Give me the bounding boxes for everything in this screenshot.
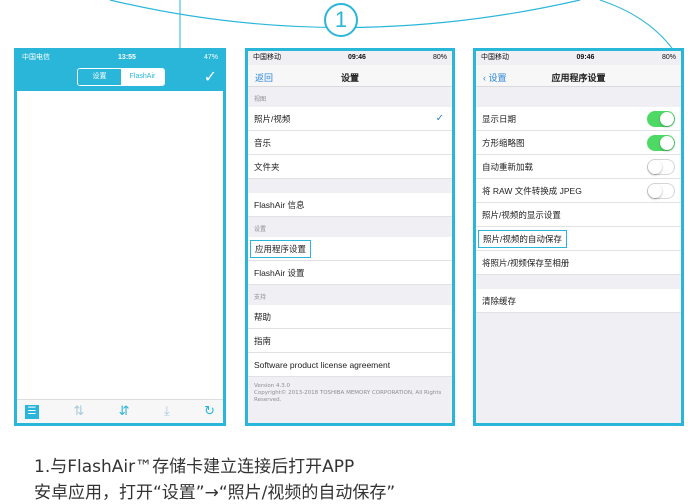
checkmark-icon: ✓ bbox=[435, 113, 444, 124]
carrier-label: 中国移动 bbox=[253, 54, 281, 61]
content-area bbox=[17, 91, 223, 385]
toggle-row-show-date: 显示日期 bbox=[476, 107, 681, 131]
tab-flashair[interactable]: FlashAir bbox=[121, 69, 164, 85]
battery-label: 80% bbox=[432, 54, 447, 61]
step-number-badge: 1 bbox=[324, 3, 358, 37]
download-icon[interactable]: ⤓ bbox=[164, 404, 170, 419]
row-label: 文件夹 bbox=[254, 162, 280, 172]
caption-line-2: 安卓应用，打开“设置”→“照片/视频的自动保存” bbox=[34, 483, 396, 503]
row-label: 帮助 bbox=[254, 312, 272, 322]
settings-row-guide[interactable]: 指南 bbox=[248, 329, 452, 353]
status-bar: 中国电信 13:55 47% bbox=[17, 51, 223, 65]
settings-row-license[interactable]: Software product license agreement bbox=[248, 353, 452, 377]
settings-row-flashair-info[interactable]: FlashAir 信息 bbox=[248, 193, 452, 217]
settings-row-folder[interactable]: 文件夹 bbox=[248, 155, 452, 179]
settings-row-help[interactable]: 帮助 bbox=[248, 305, 452, 329]
phone-screen-settings: 中国移动 09:46 80% 返回 设置 视图 照片/视频 ✓ 音乐 文件夹 F… bbox=[245, 48, 455, 426]
battery-label: 47% bbox=[203, 54, 218, 61]
row-label: 照片/视频 bbox=[254, 114, 291, 124]
checkmark-icon[interactable]: ✓ bbox=[204, 67, 217, 86]
tab-settings[interactable]: 设置 bbox=[78, 69, 121, 85]
row-label: FlashAir 设置 bbox=[254, 268, 305, 278]
toggle-row-raw-to-jpeg: 将 RAW 文件转换成 JPEG bbox=[476, 179, 681, 203]
phone-screen-app-settings: 中国移动 09:46 80% ‹ 设置 应用程序设置 显示日期 方形缩略图 自动… bbox=[473, 48, 684, 426]
toggle-row-auto-reload: 自动重新加载 bbox=[476, 155, 681, 179]
row-label: 自动重新加载 bbox=[482, 162, 534, 172]
settings-row-flashair-settings[interactable]: FlashAir 设置 bbox=[248, 261, 452, 285]
segmented-control: 设置 FlashAir bbox=[77, 68, 165, 86]
carrier-label: 中国移动 bbox=[481, 54, 509, 61]
section-header-view: 视图 bbox=[254, 96, 267, 103]
page-title: 应用程序设置 bbox=[551, 73, 606, 83]
toggle-switch[interactable] bbox=[647, 135, 675, 151]
settings-row-clear-cache[interactable]: 清除缓存 bbox=[476, 289, 681, 313]
status-bar: 中国移动 09:46 80% bbox=[248, 51, 452, 65]
settings-row-app-settings[interactable]: 应用程序设置 bbox=[248, 237, 452, 261]
row-label-highlighted: 应用程序设置 bbox=[250, 240, 312, 258]
bottom-toolbar: ☰ ⇅ ⇵ ⤓ ↻ bbox=[17, 399, 223, 423]
clock: 09:46 bbox=[348, 54, 366, 61]
clock: 09:46 bbox=[576, 54, 595, 61]
carrier-label: 中国电信 bbox=[22, 54, 50, 61]
filter-icon[interactable]: ⇵ bbox=[119, 404, 130, 419]
clock: 13:55 bbox=[118, 54, 136, 61]
app-header: 设置 FlashAir ✓ bbox=[17, 65, 223, 91]
settings-row-music[interactable]: 音乐 bbox=[248, 131, 452, 155]
phone-screen-flashair-home: 中国电信 13:55 47% 设置 FlashAir ✓ ☰ ⇅ ⇵ ⤓ ↻ bbox=[14, 48, 226, 426]
caption-line-1: 1.与FlashAir™存储卡建立连接后打开APP bbox=[34, 457, 355, 477]
section-header-settings: 设置 bbox=[254, 226, 267, 233]
row-label-highlighted: 照片/视频的自动保存 bbox=[478, 230, 567, 248]
nav-bar: 返回 设置 bbox=[248, 65, 452, 87]
version-text: Version 4.3.0 bbox=[254, 383, 290, 389]
row-label: Software product license agreement bbox=[254, 360, 391, 370]
section-header-support: 支持 bbox=[254, 294, 267, 301]
battery-label: 80% bbox=[661, 54, 676, 61]
row-label: 音乐 bbox=[254, 138, 272, 148]
toggle-switch[interactable] bbox=[647, 111, 675, 127]
row-label: 方形缩略图 bbox=[482, 138, 525, 148]
nav-bar: ‹ 设置 应用程序设置 bbox=[476, 65, 681, 87]
copyright-text: Copyright© 2013-2018 TOSHIBA MEMORY CORP… bbox=[254, 390, 442, 403]
settings-row-auto-save[interactable]: 照片/视频的自动保存 bbox=[476, 227, 681, 251]
menu-icon[interactable]: ☰ bbox=[25, 404, 39, 419]
settings-row-save-to-album[interactable]: 将照片/视频保存至相册 bbox=[476, 251, 681, 275]
toggle-row-square-thumbnails: 方形缩略图 bbox=[476, 131, 681, 155]
sort-icon[interactable]: ⇅ bbox=[73, 404, 84, 419]
row-label: 显示日期 bbox=[482, 114, 517, 124]
row-label: 清除缓存 bbox=[482, 296, 517, 306]
row-label: FlashAir 信息 bbox=[254, 200, 305, 210]
row-label: 将 RAW 文件转换成 JPEG bbox=[482, 186, 582, 196]
settings-row-photo-video[interactable]: 照片/视频 ✓ bbox=[248, 107, 452, 131]
page-title: 设置 bbox=[340, 73, 359, 83]
row-label: 照片/视频的显示设置 bbox=[482, 210, 561, 220]
status-bar: 中国移动 09:46 80% bbox=[476, 51, 681, 65]
toggle-switch[interactable] bbox=[647, 159, 675, 175]
refresh-icon[interactable]: ↻ bbox=[204, 404, 215, 419]
row-label: 将照片/视频保存至相册 bbox=[482, 258, 570, 268]
settings-row-display-settings[interactable]: 照片/视频的显示设置 bbox=[476, 203, 681, 227]
row-label: 指南 bbox=[254, 336, 272, 346]
toggle-switch[interactable] bbox=[647, 183, 675, 199]
version-info: Version 4.3.0 Copyright© 2013-2018 TOSHI… bbox=[248, 377, 452, 404]
